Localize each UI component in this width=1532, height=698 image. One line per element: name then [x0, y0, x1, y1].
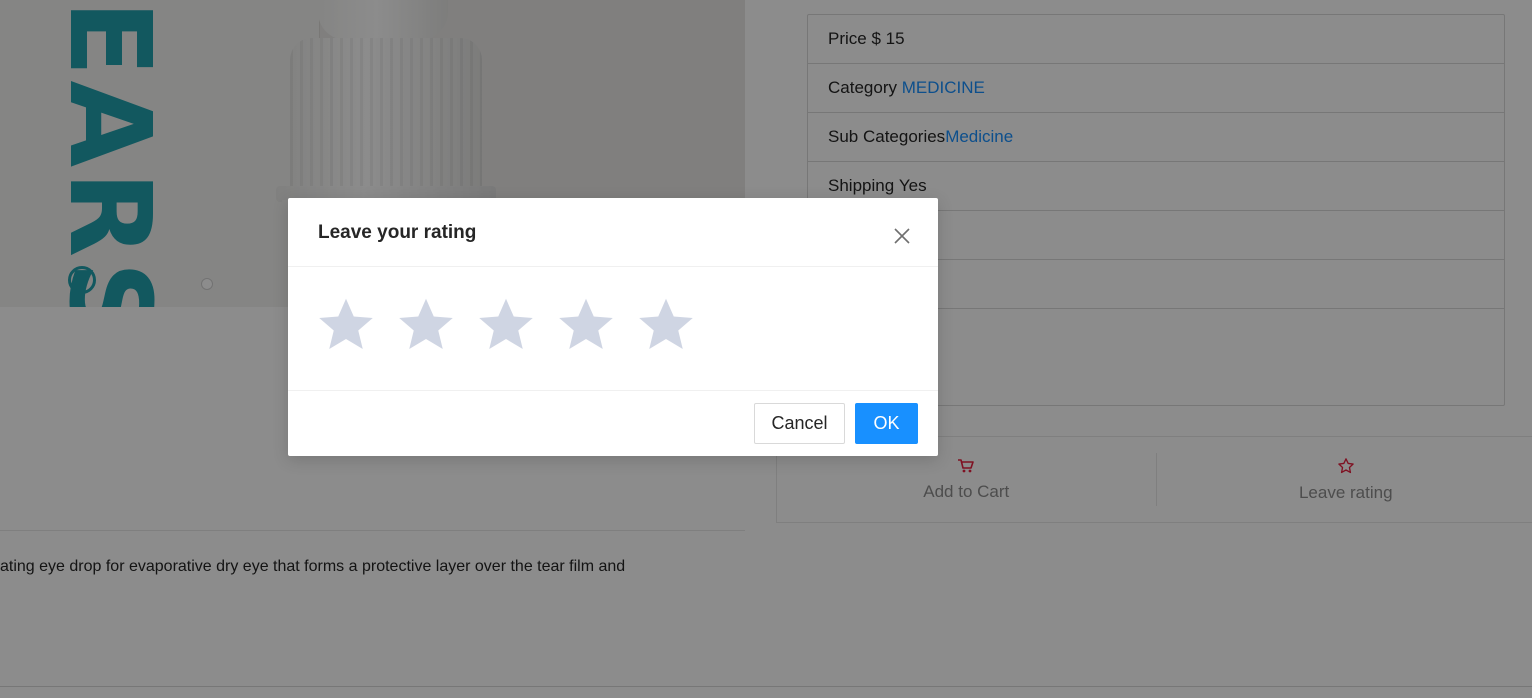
modal-footer: Cancel OK [288, 390, 938, 456]
star-icon-3[interactable] [476, 295, 536, 355]
product-page: EARS R ating eye drop for evaporative dr… [0, 0, 1532, 698]
star-icon-4[interactable] [556, 295, 616, 355]
star-icon-2[interactable] [396, 295, 456, 355]
star-icon-1[interactable] [316, 295, 376, 355]
close-icon[interactable] [892, 226, 912, 248]
star-icon-5[interactable] [636, 295, 696, 355]
ok-button[interactable]: OK [855, 403, 918, 444]
cancel-button[interactable]: Cancel [754, 403, 845, 444]
modal-header: Leave your rating [288, 198, 938, 267]
rating-modal: Leave your rating Cancel OK [288, 198, 938, 456]
star-rating [288, 267, 938, 390]
modal-title: Leave your rating [318, 222, 477, 243]
